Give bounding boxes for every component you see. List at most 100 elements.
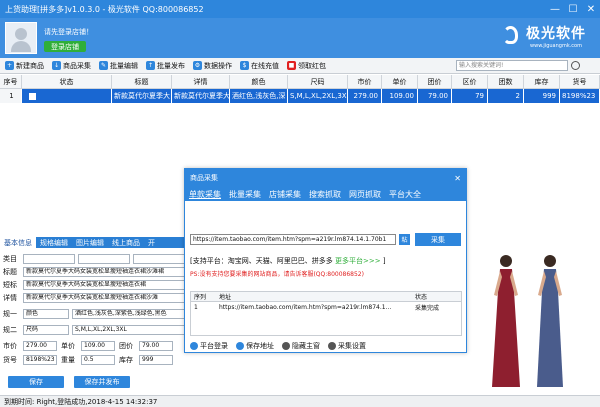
row-color: 酒红色,浅灰色,深 [230, 89, 288, 103]
batch-publish-button[interactable]: ↑ 批量发布 [146, 61, 185, 71]
spec1-value-field[interactable]: 酒红色,浅灰色,深紫色,浅绿色,黑色 [72, 309, 185, 319]
collect-button[interactable]: 采集 [415, 233, 461, 246]
save-address-button[interactable]: 保存地址 [236, 341, 274, 351]
col-area[interactable]: 区价 [452, 75, 488, 89]
col-size[interactable]: 尺码 [288, 75, 348, 89]
dialog-title-bar: 商品采集 ✕ [185, 169, 466, 187]
eye-icon [282, 342, 290, 350]
tab-platforms[interactable]: 平台大全 [385, 187, 425, 201]
col-group[interactable]: 团价 [418, 75, 452, 89]
row-groupcount: 2 [488, 89, 524, 103]
upload-icon: ↑ [146, 61, 155, 70]
col-title[interactable]: 标题 [112, 75, 172, 89]
col-color[interactable]: 颜色 [230, 75, 288, 89]
spec2-name-select[interactable]: 尺码 [23, 325, 69, 335]
title-label: 标题 [3, 268, 17, 276]
save-publish-button[interactable]: 保存并发布 [74, 376, 130, 388]
spec2-row: 规二 尺码 S,M,L,XL,2XL,3XL [3, 325, 185, 335]
detail-label: 详情 [3, 294, 17, 302]
login-store-button[interactable]: 登录店铺 [44, 41, 86, 52]
new-product-button[interactable]: + 新建商品 [5, 61, 44, 71]
sku-field[interactable]: 8198%23 [23, 355, 57, 365]
list-item[interactable]: 1 https://item.taobao.com/item.htm?spm=a… [191, 302, 461, 312]
market-label: 市价 [3, 342, 17, 350]
brief-label: 短标 [3, 281, 17, 289]
col-market[interactable]: 市价 [348, 75, 382, 89]
platform-login-button[interactable]: 平台登录 [190, 341, 228, 351]
search-icon[interactable] [571, 61, 580, 70]
unit-price-field[interactable]: 109.00 [81, 341, 115, 351]
row-market: 279.00 [348, 89, 382, 103]
stock-field[interactable]: 999 [139, 355, 173, 365]
logo-url: www.jiguangmk.com [530, 43, 582, 49]
col-sku[interactable]: 货号 [560, 75, 600, 89]
category-label: 类目 [3, 255, 17, 263]
title-field[interactable]: 新款莫代尔夏季大码女装宽松显瘦短袖连衣裙沙滩裙 [23, 267, 185, 277]
data-operation-button[interactable]: ⚙ 数据操作 [193, 61, 232, 71]
spec1-label: 规一 [3, 310, 17, 318]
tab-image-edit[interactable]: 图片编辑 [72, 237, 108, 248]
title-row: 标题 新款莫代尔夏季大码女装宽松显瘦短袖连衣裙沙滩裙 [3, 267, 185, 277]
dialog-close-button[interactable]: ✕ [454, 174, 461, 183]
unsupported-warning: PS:没有支持您要采集的网站商品，请告诉客服(QQ:800086852) [190, 271, 364, 278]
col-groupcount[interactable]: 团数 [488, 75, 524, 89]
row-status[interactable] [22, 89, 112, 103]
online-recharge-button[interactable]: $ 在线充值 [240, 61, 279, 71]
tab-search-grab[interactable]: 搜索抓取 [305, 187, 345, 201]
tab-basic-info[interactable]: 基本信息 [0, 237, 36, 248]
logo-text: 极光软件 [526, 26, 586, 42]
collect-product-button[interactable]: ↓ 商品采集 [52, 61, 91, 71]
tab-web-grab[interactable]: 网页抓取 [345, 187, 385, 201]
batch-edit-button[interactable]: ✎ 批量编辑 [99, 61, 138, 71]
save-button[interactable]: 保存 [8, 376, 64, 388]
category-select-1[interactable] [23, 254, 75, 264]
spec1-name-select[interactable]: 颜色 [23, 309, 69, 319]
maximize-button[interactable]: ☐ [564, 0, 582, 18]
detail-field[interactable]: 新款莫代尔夏季大码女装宽松显瘦短袖连衣裙沙滩 [23, 293, 185, 303]
tab-single-collect[interactable]: 单款采集 [185, 187, 225, 201]
col-detail[interactable]: 详情 [172, 75, 230, 89]
collect-settings-button[interactable]: 采集设置 [328, 341, 366, 351]
detail-row: 详情 新款莫代尔夏季大码女装宽松显瘦短袖连衣裙沙滩 [3, 293, 185, 303]
row-sku: 8198%23 [560, 89, 600, 103]
bottom-tabs: 基本信息 规格编辑 图片编辑 线上商品 开 [0, 237, 186, 248]
row-checkbox[interactable] [29, 92, 36, 100]
category-select-2[interactable] [78, 254, 130, 264]
market-price-field[interactable]: 279.00 [23, 341, 57, 351]
table-row[interactable]: 1 新款莫代尔夏季大 新款莫代尔夏季大 酒红色,浅灰色,深 S,M,L,XL,2… [0, 89, 600, 103]
collect-list-header: 序列 地址 状态 [191, 292, 461, 302]
save-icon [236, 342, 244, 350]
price-row: 市价 279.00 单价 109.00 团价 79.00 [3, 341, 173, 351]
minimize-button[interactable]: — [546, 0, 564, 18]
category-select-3[interactable] [133, 254, 185, 264]
tab-more[interactable]: 开 [144, 237, 159, 248]
url-input[interactable]: https://item.taobao.com/item.htm?spm=a21… [190, 234, 396, 245]
col-unit[interactable]: 单价 [382, 75, 418, 89]
tab-shop-collect[interactable]: 店铺采集 [265, 187, 305, 201]
product-image-red-dress [492, 255, 520, 387]
close-button[interactable]: ✕ [582, 0, 600, 18]
col-status[interactable]: 状态 [22, 75, 112, 89]
spec2-value-field[interactable]: S,M,L,XL,2XL,3XL [72, 325, 185, 335]
dollar-icon: $ [240, 61, 249, 70]
dialog-tabs: 单款采集 批量采集 店铺采集 搜索抓取 网页抓取 平台大全 [185, 187, 466, 201]
paste-button[interactable]: 粘 [399, 234, 410, 245]
search-input[interactable]: 输入搜索关键词! [456, 60, 568, 71]
tab-online-goods[interactable]: 线上商品 [108, 237, 144, 248]
group-price-field[interactable]: 79.00 [139, 341, 173, 351]
category-row: 类目 [3, 254, 185, 264]
more-platforms-link[interactable]: 更多平台>>> [335, 257, 381, 265]
table-header: 序号 状态 标题 详情 颜色 尺码 市价 单价 团价 区价 团数 库存 货号 [0, 75, 600, 89]
col-index[interactable]: 序号 [0, 75, 22, 89]
col-stock[interactable]: 库存 [524, 75, 560, 89]
supported-platforms: [支持平台：淘宝网、天猫、阿里巴巴、拼多多 更多平台>>> ] [190, 257, 386, 265]
edit-icon: ✎ [99, 61, 108, 70]
hide-main-window-button[interactable]: 隐藏主窗 [282, 341, 320, 351]
brand-logo: 极光软件 www.jiguangmk.com [499, 23, 586, 49]
brief-field[interactable]: 新款莫代尔夏季大码女装宽松显瘦短袖连衣裙 [23, 280, 185, 290]
red-packet-button[interactable]: ■ 领取红包 [287, 61, 326, 71]
tab-spec-edit[interactable]: 规格编辑 [36, 237, 72, 248]
tab-batch-collect[interactable]: 批量采集 [225, 187, 265, 201]
user-icon [190, 342, 198, 350]
weight-field[interactable]: 0.5 [81, 355, 115, 365]
